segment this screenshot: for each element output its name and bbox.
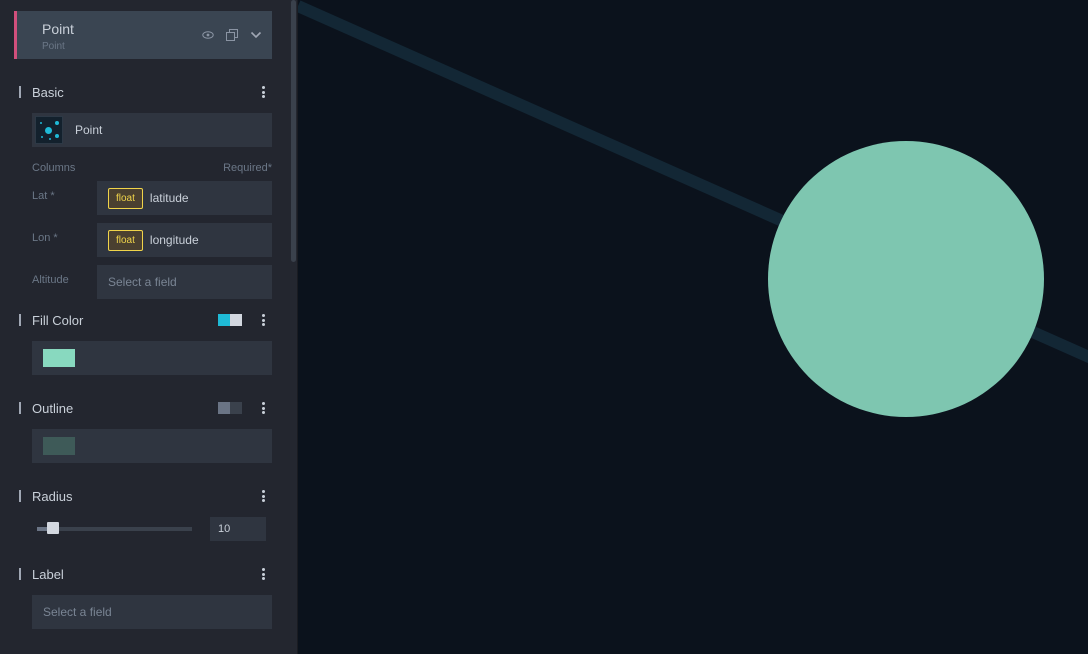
fill-color-picker[interactable] (32, 341, 272, 375)
point-layer-icon (35, 116, 63, 144)
map-layer (298, 0, 1088, 417)
section-header-outline: Outline (19, 398, 272, 418)
layer-type-selector[interactable]: Point (32, 113, 272, 147)
section-bar (19, 490, 21, 502)
duplicate-icon[interactable] (224, 27, 240, 43)
section-header-radius: Radius (19, 486, 272, 506)
outline-color-swatch[interactable] (43, 437, 75, 455)
section-bar (19, 314, 21, 326)
field-value: latitude (149, 191, 189, 205)
section-label-fill-color: Fill Color (32, 312, 84, 328)
layer-config-panel: Point Point Basic Point Columns Required… (0, 0, 290, 654)
section-bar (19, 568, 21, 580)
eye-icon[interactable] (200, 27, 216, 43)
section-bar (19, 402, 21, 414)
field-placeholder: Select a field (108, 275, 177, 289)
lat-field-selector[interactable]: float latitude (97, 181, 272, 215)
section-label-radius: Radius (32, 488, 73, 504)
lat-label: Lat * (32, 190, 55, 202)
field-placeholder: Select a field (43, 605, 112, 619)
lon-field-selector[interactable]: float longitude (97, 223, 272, 257)
required-label: Required* (223, 162, 272, 174)
label-field-selector[interactable]: Select a field (32, 595, 272, 629)
map-canvas[interactable] (298, 0, 1088, 654)
type-tag: float (108, 187, 143, 209)
radius-slider-track[interactable] (37, 527, 192, 531)
field-value: longitude (149, 233, 199, 247)
more-options-icon[interactable] (258, 312, 268, 328)
section-label-outline: Outline (32, 400, 74, 416)
section-header-fill-color: Fill Color (19, 310, 272, 330)
layer-type-label: Point (75, 123, 103, 137)
altitude-field-selector[interactable]: Select a field (97, 265, 272, 299)
section-label-label: Label (32, 566, 64, 582)
map-point[interactable] (768, 141, 1044, 417)
radius-input[interactable]: 10 (210, 517, 266, 541)
layer-title: Point (42, 21, 74, 37)
lon-label: Lon * (32, 232, 58, 244)
altitude-label: Altitude (32, 274, 69, 286)
type-tag: float (108, 229, 143, 251)
columns-label: Columns (32, 162, 76, 174)
sidebar-scrollbar[interactable] (290, 0, 298, 654)
section-header-label: Label (19, 564, 272, 584)
outline-toggle[interactable] (218, 402, 242, 414)
section-label-basic: Basic (32, 84, 64, 100)
section-header-basic: Basic (19, 82, 272, 102)
section-bar (19, 86, 21, 98)
layer-header[interactable]: Point Point (14, 11, 272, 59)
more-options-icon[interactable] (258, 488, 268, 504)
scrollbar-thumb[interactable] (291, 0, 296, 262)
fill-color-swatch[interactable] (43, 349, 75, 367)
more-options-icon[interactable] (258, 400, 268, 416)
color-range-toggle[interactable] (218, 314, 242, 326)
layer-subtitle: Point (42, 41, 65, 52)
chevron-down-icon[interactable] (248, 27, 264, 43)
more-options-icon[interactable] (258, 84, 268, 100)
outline-color-picker[interactable] (32, 429, 272, 463)
more-options-icon[interactable] (258, 566, 268, 582)
radius-slider-handle[interactable] (46, 522, 59, 534)
